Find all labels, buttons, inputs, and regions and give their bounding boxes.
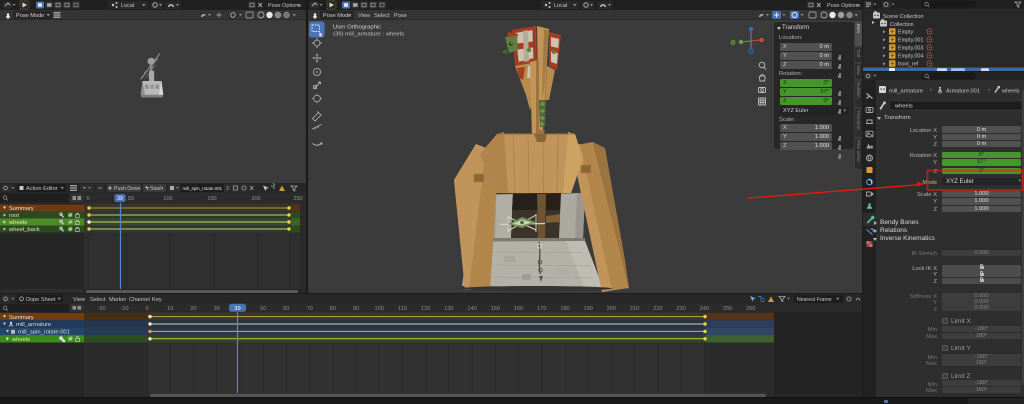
svg-text:250: 250 bbox=[293, 196, 302, 202]
svg-text:wheels: wheels bbox=[8, 220, 27, 226]
svg-text:150: 150 bbox=[207, 196, 216, 202]
svg-text:Key: Key bbox=[152, 297, 162, 303]
svg-text:20: 20 bbox=[190, 306, 196, 312]
svg-text:200: 200 bbox=[607, 306, 616, 312]
svg-text:View: View bbox=[73, 297, 86, 303]
svg-text:Scene Collection: Scene Collection bbox=[883, 14, 923, 20]
svg-text:39: 39 bbox=[234, 306, 240, 312]
svg-text:180: 180 bbox=[560, 306, 569, 312]
svg-text:root: root bbox=[9, 213, 19, 219]
svg-text:90: 90 bbox=[353, 306, 359, 312]
svg-text:Empty: Empty bbox=[898, 30, 914, 36]
svg-text:Summary: Summary bbox=[9, 315, 34, 321]
svg-text:-10: -10 bbox=[120, 306, 128, 312]
svg-text:mill_spin_rotate.001: mill_spin_rotate.001 bbox=[183, 186, 223, 191]
svg-text:Pose Mode: Pose Mode bbox=[323, 13, 351, 19]
svg-text:View: View bbox=[358, 13, 371, 19]
svg-text:2: 2 bbox=[226, 186, 229, 192]
svg-text:wheels: wheels bbox=[1001, 89, 1020, 95]
svg-text:Marker: Marker bbox=[109, 297, 127, 303]
svg-text:0: 0 bbox=[145, 306, 148, 312]
svg-text:170: 170 bbox=[537, 306, 546, 312]
svg-text:30: 30 bbox=[214, 306, 220, 312]
svg-text:Empty.003: Empty.003 bbox=[898, 46, 923, 52]
svg-text:mill_armature: mill_armature bbox=[889, 89, 923, 95]
svg-text:Local: Local bbox=[554, 3, 567, 9]
svg-text:Channel: Channel bbox=[129, 297, 150, 303]
svg-text:240: 240 bbox=[700, 306, 709, 312]
svg-text:mill_spin_rotate.001: mill_spin_rotate.001 bbox=[18, 330, 70, 336]
svg-text:Select: Select bbox=[374, 13, 390, 19]
svg-text:260: 260 bbox=[746, 306, 755, 312]
svg-text:Dope Sheet: Dope Sheet bbox=[26, 297, 56, 303]
svg-text:220: 220 bbox=[653, 306, 662, 312]
svg-text:-20: -20 bbox=[98, 306, 106, 312]
svg-text:Action Editor: Action Editor bbox=[26, 186, 58, 192]
svg-text:mill_armature: mill_armature bbox=[16, 322, 51, 328]
svg-text:Pose Options: Pose Options bbox=[827, 3, 860, 9]
svg-text:Nearest Frame: Nearest Frame bbox=[797, 297, 832, 303]
svg-text:(39) mill_armature : wheels: (39) mill_armature : wheels bbox=[333, 32, 404, 38]
svg-text:Armature.001: Armature.001 bbox=[946, 89, 980, 95]
svg-text:0: 0 bbox=[86, 196, 89, 202]
svg-text:Empty.004: Empty.004 bbox=[898, 54, 923, 60]
svg-text:Push Down: Push Down bbox=[114, 186, 141, 192]
svg-text:Pose Options: Pose Options bbox=[268, 3, 301, 9]
svg-text:80: 80 bbox=[330, 306, 336, 312]
svg-text:100: 100 bbox=[163, 196, 172, 202]
svg-text:230: 230 bbox=[676, 306, 685, 312]
svg-text:60: 60 bbox=[283, 306, 289, 312]
svg-text:front_ref: front_ref bbox=[898, 62, 919, 68]
svg-text:wheel_back: wheel_back bbox=[8, 227, 40, 233]
svg-text:wheels: wheels bbox=[894, 104, 913, 110]
svg-text:140: 140 bbox=[467, 306, 476, 312]
svg-text:130: 130 bbox=[444, 306, 453, 312]
svg-text:50: 50 bbox=[128, 196, 134, 202]
svg-text:250: 250 bbox=[723, 306, 732, 312]
svg-text:210: 210 bbox=[630, 306, 639, 312]
svg-text:150: 150 bbox=[491, 306, 500, 312]
svg-text:Stash: Stash bbox=[150, 186, 163, 192]
svg-text:Pose Mode: Pose Mode bbox=[16, 13, 44, 19]
svg-text:Select: Select bbox=[90, 297, 106, 303]
svg-text:Local: Local bbox=[121, 3, 134, 9]
svg-text:160: 160 bbox=[514, 306, 523, 312]
svg-text:50: 50 bbox=[260, 306, 266, 312]
svg-text:70: 70 bbox=[306, 306, 312, 312]
svg-text:Summary: Summary bbox=[9, 206, 34, 212]
svg-text:Collection: Collection bbox=[890, 22, 914, 28]
svg-text:10: 10 bbox=[167, 306, 173, 312]
svg-text:39: 39 bbox=[117, 196, 123, 202]
svg-text:Pose: Pose bbox=[394, 13, 407, 19]
svg-text:wheels: wheels bbox=[11, 337, 30, 343]
svg-text:100: 100 bbox=[375, 306, 384, 312]
svg-text:User Orthographic: User Orthographic bbox=[333, 25, 381, 31]
svg-text:200: 200 bbox=[251, 196, 260, 202]
svg-text:110: 110 bbox=[398, 306, 407, 312]
svg-text:120: 120 bbox=[421, 306, 430, 312]
svg-text:190: 190 bbox=[584, 306, 593, 312]
svg-text:Empty.001: Empty.001 bbox=[898, 38, 923, 44]
